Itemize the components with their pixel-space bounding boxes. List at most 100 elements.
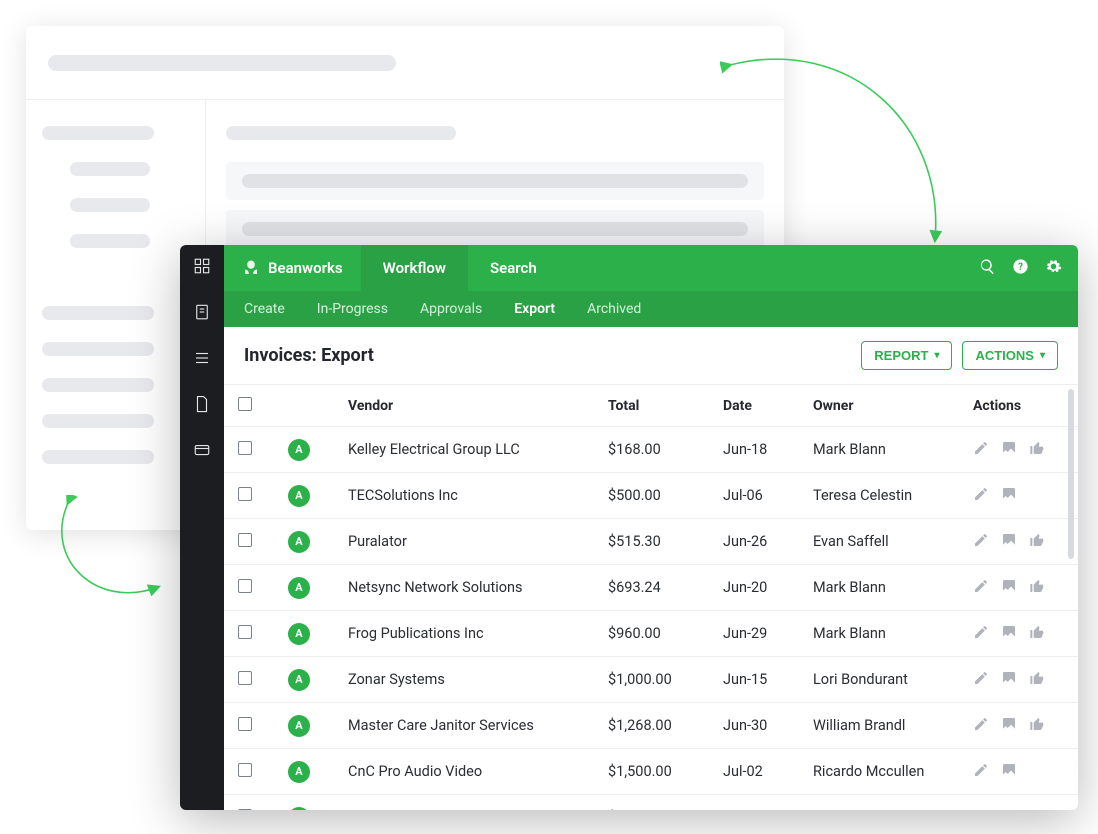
image-icon[interactable] [1001, 762, 1017, 782]
toolbar: Invoices: Export REPORT ▾ ACTIONS ▾ [224, 327, 1078, 385]
search-icon[interactable] [979, 258, 996, 279]
table-row[interactable]: AMaster Care Janitor Services$1,268.00Ju… [224, 703, 1078, 749]
cell-vendor: Netsync Network Solutions [348, 579, 608, 596]
subnav-item-archived[interactable]: Archived [571, 291, 657, 327]
thumbs-up-icon[interactable] [1029, 716, 1045, 736]
image-icon[interactable] [1001, 440, 1017, 460]
help-icon[interactable]: ? [1012, 258, 1029, 279]
card-icon[interactable] [193, 441, 211, 463]
table-row[interactable]: ACnC Pro Audio Video$1,500.00Jul-02Ricar… [224, 749, 1078, 795]
subnav-item-create[interactable]: Create [228, 291, 301, 327]
col-total[interactable]: Total [608, 398, 723, 414]
image-icon[interactable] [1001, 532, 1017, 552]
page-title: Invoices: Export [244, 345, 374, 366]
brand[interactable]: Beanworks [224, 245, 361, 291]
edit-icon[interactable] [973, 486, 989, 506]
dashboard-icon[interactable] [193, 257, 211, 279]
subnav-label: Export [514, 301, 555, 317]
subnav-label: Approvals [420, 301, 482, 317]
row-checkbox[interactable] [238, 579, 252, 593]
row-checkbox[interactable] [238, 441, 252, 455]
cell-actions [973, 762, 1064, 782]
document-icon[interactable] [193, 303, 211, 325]
list-icon[interactable] [193, 349, 211, 371]
image-icon[interactable] [1001, 670, 1017, 690]
edit-icon[interactable] [973, 532, 989, 552]
row-checkbox[interactable] [238, 671, 252, 685]
cell-owner: William Brandl [813, 717, 973, 734]
cell-date: Jun-20 [723, 579, 813, 596]
file-icon[interactable] [193, 395, 211, 417]
skeleton-bar [70, 162, 150, 176]
subnav-item-export[interactable]: Export [498, 291, 571, 327]
cell-actions [973, 624, 1064, 644]
table-row[interactable]: AKelley Electrical Group LLC$168.00Jun-1… [224, 427, 1078, 473]
row-checkbox[interactable] [238, 533, 252, 547]
row-checkbox[interactable] [238, 809, 252, 811]
cell-owner: Lori Bondurant [813, 671, 973, 688]
scrollbar-thumb[interactable] [1068, 389, 1074, 559]
cell-actions [973, 578, 1064, 598]
table-row[interactable]: APuralator$515.30Jun-26Evan Saffell [224, 519, 1078, 565]
cell-date: Jun-19 [723, 809, 813, 810]
top-right-icons: ? [979, 258, 1062, 279]
image-icon[interactable] [1001, 578, 1017, 598]
table-row[interactable]: ATECSolutions Inc$500.00Jul-06Teresa Cel… [224, 473, 1078, 519]
image-icon[interactable] [1001, 486, 1017, 506]
image-icon[interactable] [1001, 624, 1017, 644]
settings-icon[interactable] [1045, 258, 1062, 279]
edit-icon[interactable] [973, 670, 989, 690]
select-all-checkbox[interactable] [238, 397, 252, 411]
status-badge: A [288, 485, 310, 507]
cell-owner: Teresa Celestin [813, 487, 973, 504]
edit-icon[interactable] [973, 440, 989, 460]
topnav-item-workflow[interactable]: Workflow [361, 245, 468, 291]
bg-sidebar [26, 100, 206, 296]
cell-vendor: Kelley Electrical Group LLC [348, 441, 608, 458]
edit-icon[interactable] [973, 808, 989, 811]
image-icon[interactable] [1001, 808, 1017, 811]
topnav-item-search[interactable]: Search [468, 245, 559, 291]
status-badge: A [288, 577, 310, 599]
col-vendor[interactable]: Vendor [348, 398, 608, 414]
image-icon[interactable] [1001, 716, 1017, 736]
status-badge: A [288, 761, 310, 783]
brand-logo-icon [242, 259, 260, 277]
bg-sidebar-lower [26, 306, 206, 486]
table-row[interactable]: AZonar Systems$1,000.00Jun-15Lori Bondur… [224, 657, 1078, 703]
thumbs-up-icon[interactable] [1029, 440, 1045, 460]
skeleton-bar [42, 450, 154, 464]
edit-icon[interactable] [973, 578, 989, 598]
skeleton-bar [42, 306, 154, 320]
col-date[interactable]: Date [723, 398, 813, 414]
cell-total: $693.24 [608, 579, 723, 596]
actions-button[interactable]: ACTIONS ▾ [962, 341, 1058, 370]
cell-date: Jun-30 [723, 717, 813, 734]
thumbs-up-icon[interactable] [1029, 578, 1045, 598]
thumbs-up-icon[interactable] [1029, 808, 1045, 811]
table-row[interactable]: ANetsync Network Solutions$693.24Jun-20M… [224, 565, 1078, 611]
report-button[interactable]: REPORT ▾ [861, 341, 952, 370]
cell-date: Jun-18 [723, 441, 813, 458]
thumbs-up-icon[interactable] [1029, 670, 1045, 690]
cell-total: $168.00 [608, 441, 723, 458]
cell-vendor: Master Care Janitor Services [348, 717, 608, 734]
table-row[interactable]: AiSphere Innovation Partners$1,550.00Jun… [224, 795, 1078, 810]
thumbs-up-icon[interactable] [1029, 624, 1045, 644]
thumbs-up-icon[interactable] [1029, 532, 1045, 552]
table-row[interactable]: AFrog Publications Inc$960.00Jun-29Mark … [224, 611, 1078, 657]
row-checkbox[interactable] [238, 763, 252, 777]
row-checkbox[interactable] [238, 487, 252, 501]
cell-date: Jun-15 [723, 671, 813, 688]
cell-owner: Evan Saffell [813, 533, 973, 550]
subnav-item-approvals[interactable]: Approvals [404, 291, 498, 327]
edit-icon[interactable] [973, 762, 989, 782]
edit-icon[interactable] [973, 624, 989, 644]
col-owner[interactable]: Owner [813, 398, 973, 414]
svg-text:?: ? [1018, 262, 1023, 273]
cell-actions [973, 670, 1064, 690]
row-checkbox[interactable] [238, 717, 252, 731]
subnav-item-in-progress[interactable]: In-Progress [301, 291, 404, 327]
edit-icon[interactable] [973, 716, 989, 736]
row-checkbox[interactable] [238, 625, 252, 639]
